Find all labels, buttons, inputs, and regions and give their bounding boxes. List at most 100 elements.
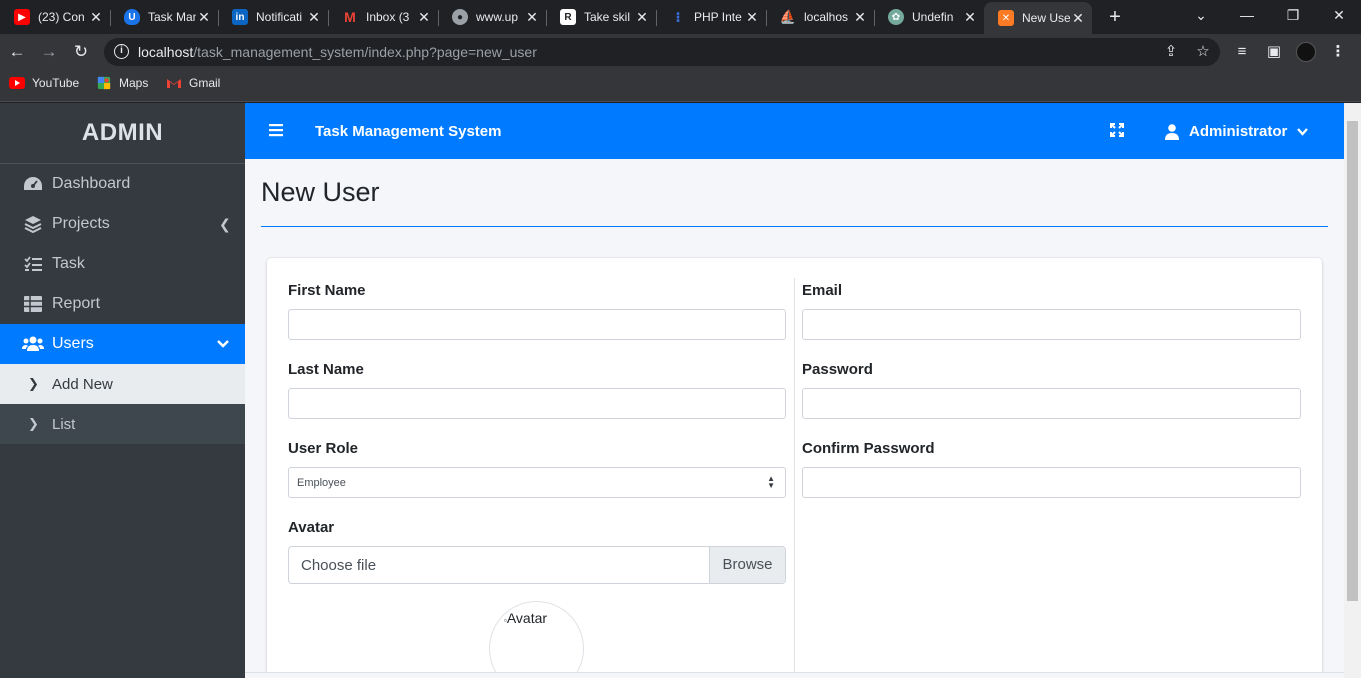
layers-icon [22, 215, 44, 233]
tab-title: PHP Inte [694, 10, 742, 24]
php-icon: ⁝ [675, 8, 681, 25]
title-divider [261, 226, 1328, 227]
column-divider [794, 278, 795, 678]
globe-icon: ● [452, 9, 468, 25]
close-window-button[interactable]: ✕ [1316, 4, 1361, 26]
sidebar-item-label: Task [52, 255, 85, 272]
tasks-icon [22, 255, 44, 273]
share-icon[interactable]: ⇪ [1162, 43, 1180, 61]
email-input[interactable] [802, 309, 1301, 340]
avatar-alt-label: Avatar [506, 610, 548, 626]
url-path: /task_management_system/index.php?page=n… [193, 44, 537, 60]
url-text: localhost/task_management_system/index.p… [138, 44, 537, 60]
sidebar-subitem-list[interactable]: ❯ List [0, 404, 245, 444]
close-tab-icon[interactable]: ✕ [634, 8, 650, 26]
fullscreen-icon[interactable] [1110, 123, 1124, 137]
new-user-form-card: First Name Last Name User Role Employee … [267, 258, 1322, 678]
r-logo-icon: R [560, 9, 576, 25]
browser-tab[interactable]: ▶ (23) Con ✕ [0, 4, 110, 30]
user-role-select[interactable]: Employee ▲ ▼ [288, 467, 786, 498]
browser-menu-icon[interactable]: ⋮ [1328, 42, 1348, 62]
hamburger-menu-icon[interactable] [269, 123, 283, 137]
browser-tab[interactable]: in Notificati ✕ [218, 4, 328, 30]
sidebar-item-users[interactable]: Users [0, 324, 245, 364]
browser-tab[interactable]: R Take skil ✕ [546, 4, 656, 30]
side-panel-icon[interactable]: ▣ [1264, 42, 1284, 62]
tab-title: localhos [804, 10, 849, 24]
bookmark-maps[interactable]: Maps [96, 76, 148, 90]
confirm-password-input[interactable] [802, 467, 1301, 498]
footer-edge [245, 672, 1344, 678]
browser-tab-strip: ▶ (23) Con ✕ U Task Man ✕ in Notificati … [0, 0, 1361, 34]
browser-tab[interactable]: U Task Man ✕ [110, 4, 218, 30]
reading-list-icon[interactable]: ≡ [1232, 42, 1252, 62]
sidebar-subitem-label: Add New [52, 375, 113, 393]
browser-tab[interactable]: ⛵ localhos ✕ [766, 4, 874, 30]
user-role-label: User Role [288, 440, 359, 457]
user-name: Administrator [1189, 123, 1288, 140]
tab-search-icon[interactable]: ⌄ [1178, 4, 1224, 26]
browser-tab[interactable]: ● www.up ✕ [438, 4, 546, 30]
top-navbar: Task Management System Administrator [245, 103, 1344, 159]
address-bar[interactable]: i localhost/task_management_system/index… [104, 38, 1220, 66]
avatar-file-input[interactable]: Choose file Browse [288, 546, 786, 584]
close-tab-icon[interactable]: ✕ [416, 8, 432, 26]
sidebar-item-task[interactable]: Task [0, 244, 245, 284]
linkedin-icon: in [232, 9, 248, 25]
scrollbar-thumb[interactable] [1347, 121, 1358, 601]
bookmark-youtube[interactable]: YouTube [9, 76, 79, 90]
tab-title: Task Man [148, 10, 196, 24]
youtube-icon [9, 77, 25, 89]
avatar-label: Avatar [288, 519, 335, 536]
avatar-preview: ▫Avatar [489, 601, 584, 678]
sidebar-subitem-add-new[interactable]: ❯ Add New [0, 364, 245, 404]
browse-button[interactable]: Browse [709, 547, 785, 583]
close-tab-icon[interactable]: ✕ [88, 8, 104, 26]
page-scrollbar[interactable] [1344, 103, 1361, 678]
site-info-icon[interactable]: i [114, 44, 129, 59]
close-tab-icon[interactable]: ✕ [852, 8, 868, 26]
browser-tab[interactable]: ⁝ PHP Inte ✕ [656, 4, 766, 30]
close-tab-icon[interactable]: ✕ [744, 8, 760, 26]
browser-tab[interactable]: ✿ Undefin ✕ [874, 4, 984, 30]
close-tab-icon[interactable]: ✕ [962, 8, 978, 26]
gmail-icon [167, 79, 181, 88]
close-tab-icon[interactable]: ✕ [524, 8, 540, 26]
bookmarks-bar: YouTube Maps Gmail [0, 70, 1361, 102]
last-name-input[interactable] [288, 388, 786, 419]
browser-tab-active[interactable]: ✕ New Use ✕ [984, 2, 1092, 34]
tab-title: Take skil [584, 10, 631, 24]
close-tab-icon[interactable]: ✕ [196, 8, 212, 26]
users-icon [22, 335, 44, 353]
profile-avatar[interactable] [1296, 42, 1316, 62]
minimize-button[interactable]: — [1224, 4, 1270, 26]
new-tab-button[interactable]: + [1104, 6, 1126, 29]
last-name-label: Last Name [288, 361, 364, 378]
header-title[interactable]: Task Management System [315, 123, 501, 140]
bookmark-star-icon[interactable]: ☆ [1194, 43, 1212, 61]
bookmark-gmail[interactable]: Gmail [166, 76, 220, 90]
password-input[interactable] [802, 388, 1301, 419]
reload-button[interactable]: ↻ [69, 40, 93, 64]
brand-logo[interactable]: ADMIN [0, 103, 245, 164]
maps-icon [97, 76, 111, 90]
sidebar-item-projects[interactable]: Projects ❮ [0, 204, 245, 244]
main-content: New User First Name Last Name User Role … [245, 159, 1344, 678]
close-tab-icon[interactable]: ✕ [306, 8, 322, 26]
sidebar-item-report[interactable]: Report [0, 284, 245, 324]
back-button[interactable]: ← [5, 40, 29, 64]
tab-title: Undefin [912, 10, 954, 24]
browser-tab[interactable]: M Inbox (3 ✕ [328, 4, 438, 30]
page-viewport: ADMIN Dashboard Projects ❮ Task Report U… [0, 103, 1361, 678]
sidebar: ADMIN Dashboard Projects ❮ Task Report U… [0, 103, 245, 678]
chevron-down-icon [217, 336, 231, 352]
forward-button[interactable]: → [37, 40, 61, 64]
first-name-label: First Name [288, 282, 366, 299]
table-icon [22, 295, 44, 313]
first-name-input[interactable] [288, 309, 786, 340]
sidebar-subitem-label: List [52, 415, 76, 433]
user-menu[interactable]: Administrator [1165, 123, 1309, 140]
sidebar-item-dashboard[interactable]: Dashboard [0, 164, 245, 204]
restore-button[interactable]: ❐ [1270, 4, 1316, 26]
close-tab-icon[interactable]: ✕ [1070, 9, 1086, 27]
